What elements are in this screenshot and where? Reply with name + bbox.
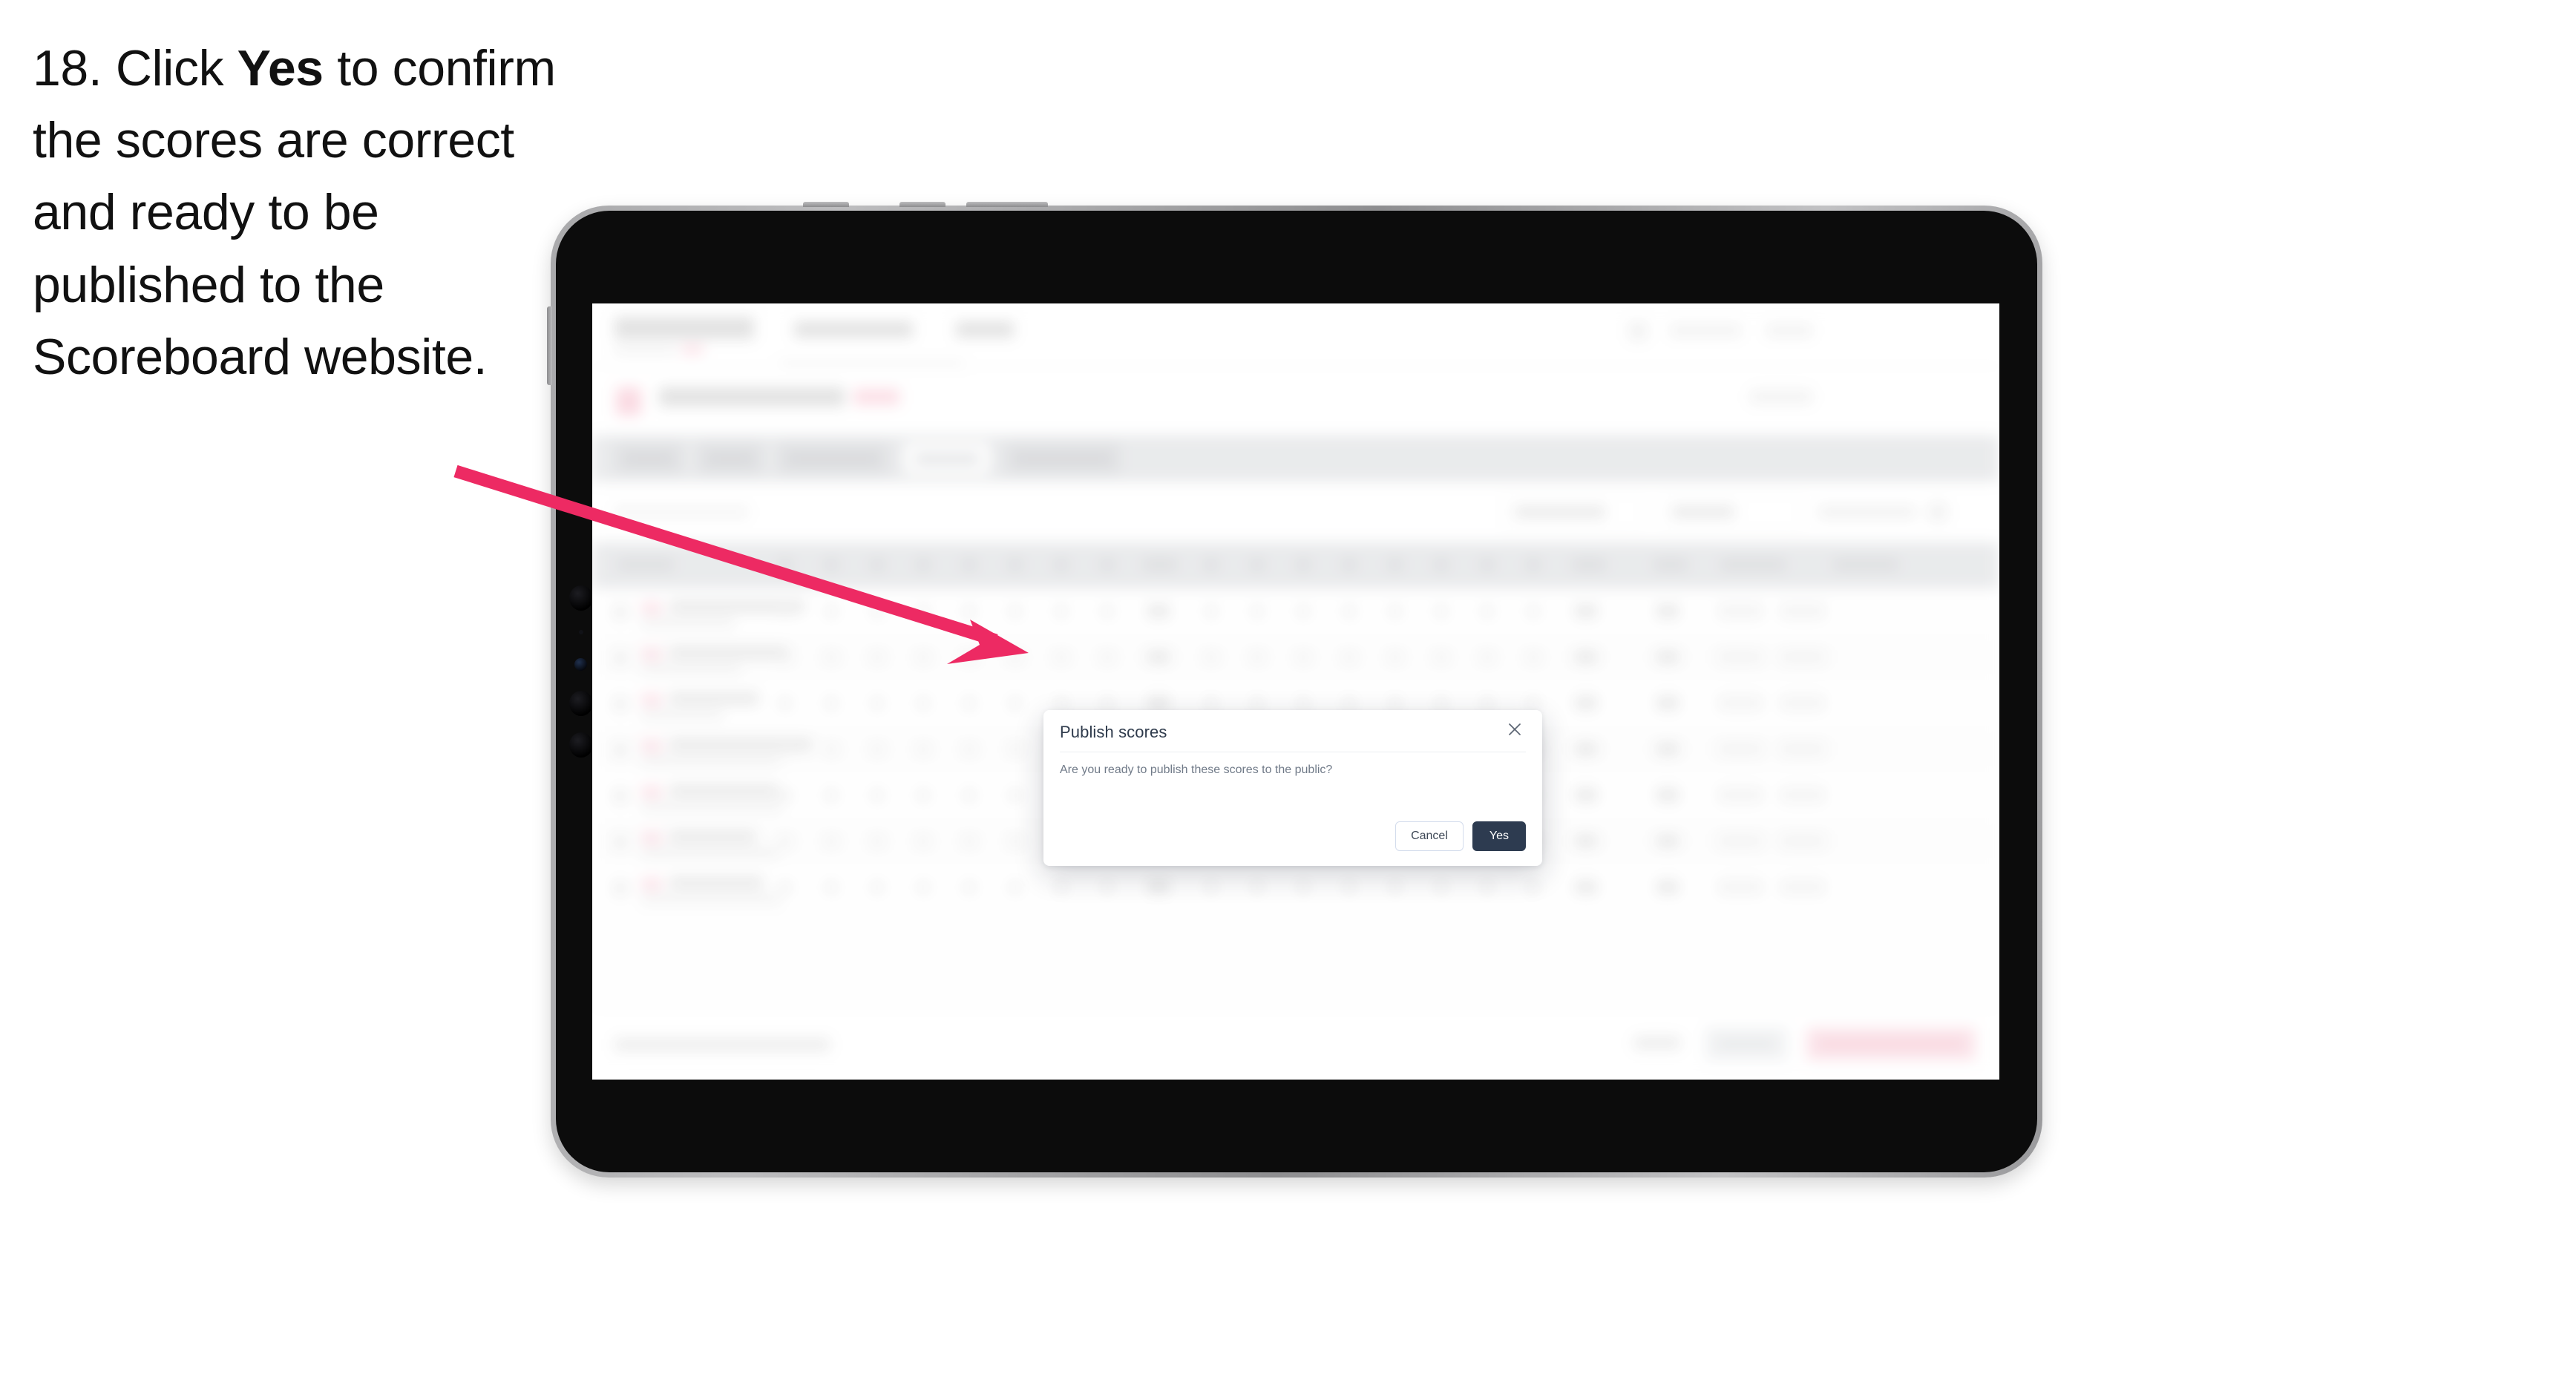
camera-lens-secondary-icon: [569, 691, 593, 716]
dialog-body-text: Are you ready to publish these scores to…: [1060, 763, 1333, 776]
instruction-emphasis: Yes: [237, 40, 324, 96]
hardware-button-left-1[interactable]: [547, 306, 552, 385]
hardware-button-top-2[interactable]: [899, 202, 945, 207]
hardware-button-top-3[interactable]: [966, 202, 1048, 207]
cancel-button[interactable]: Cancel: [1395, 821, 1464, 851]
instruction-lead: Click: [115, 40, 237, 96]
close-icon[interactable]: [1504, 718, 1526, 740]
tablet-screen: Publish scores Are you ready to publish …: [592, 303, 1999, 1080]
hardware-button-top-1[interactable]: [803, 202, 849, 207]
camera-sensor-icon: [579, 630, 583, 634]
camera-flash-icon: [574, 658, 587, 671]
modal-overlay-scrim[interactable]: [592, 303, 1999, 1080]
step-number: 18.: [33, 40, 102, 96]
dialog-actions: Cancel Yes: [1395, 821, 1526, 851]
tablet-device: Publish scores Are you ready to publish …: [547, 202, 2042, 1178]
dialog-title: Publish scores: [1060, 723, 1167, 741]
camera-lens-tertiary-icon: [569, 732, 593, 758]
camera-module: [568, 585, 594, 808]
yes-button[interactable]: Yes: [1472, 821, 1526, 851]
dialog-header: Publish scores: [1060, 710, 1526, 752]
camera-lens-icon: [569, 585, 593, 611]
instruction-text: 18. Click Yes to confirm the scores are …: [33, 33, 597, 393]
publish-scores-dialog: Publish scores Are you ready to publish …: [1043, 710, 1542, 866]
